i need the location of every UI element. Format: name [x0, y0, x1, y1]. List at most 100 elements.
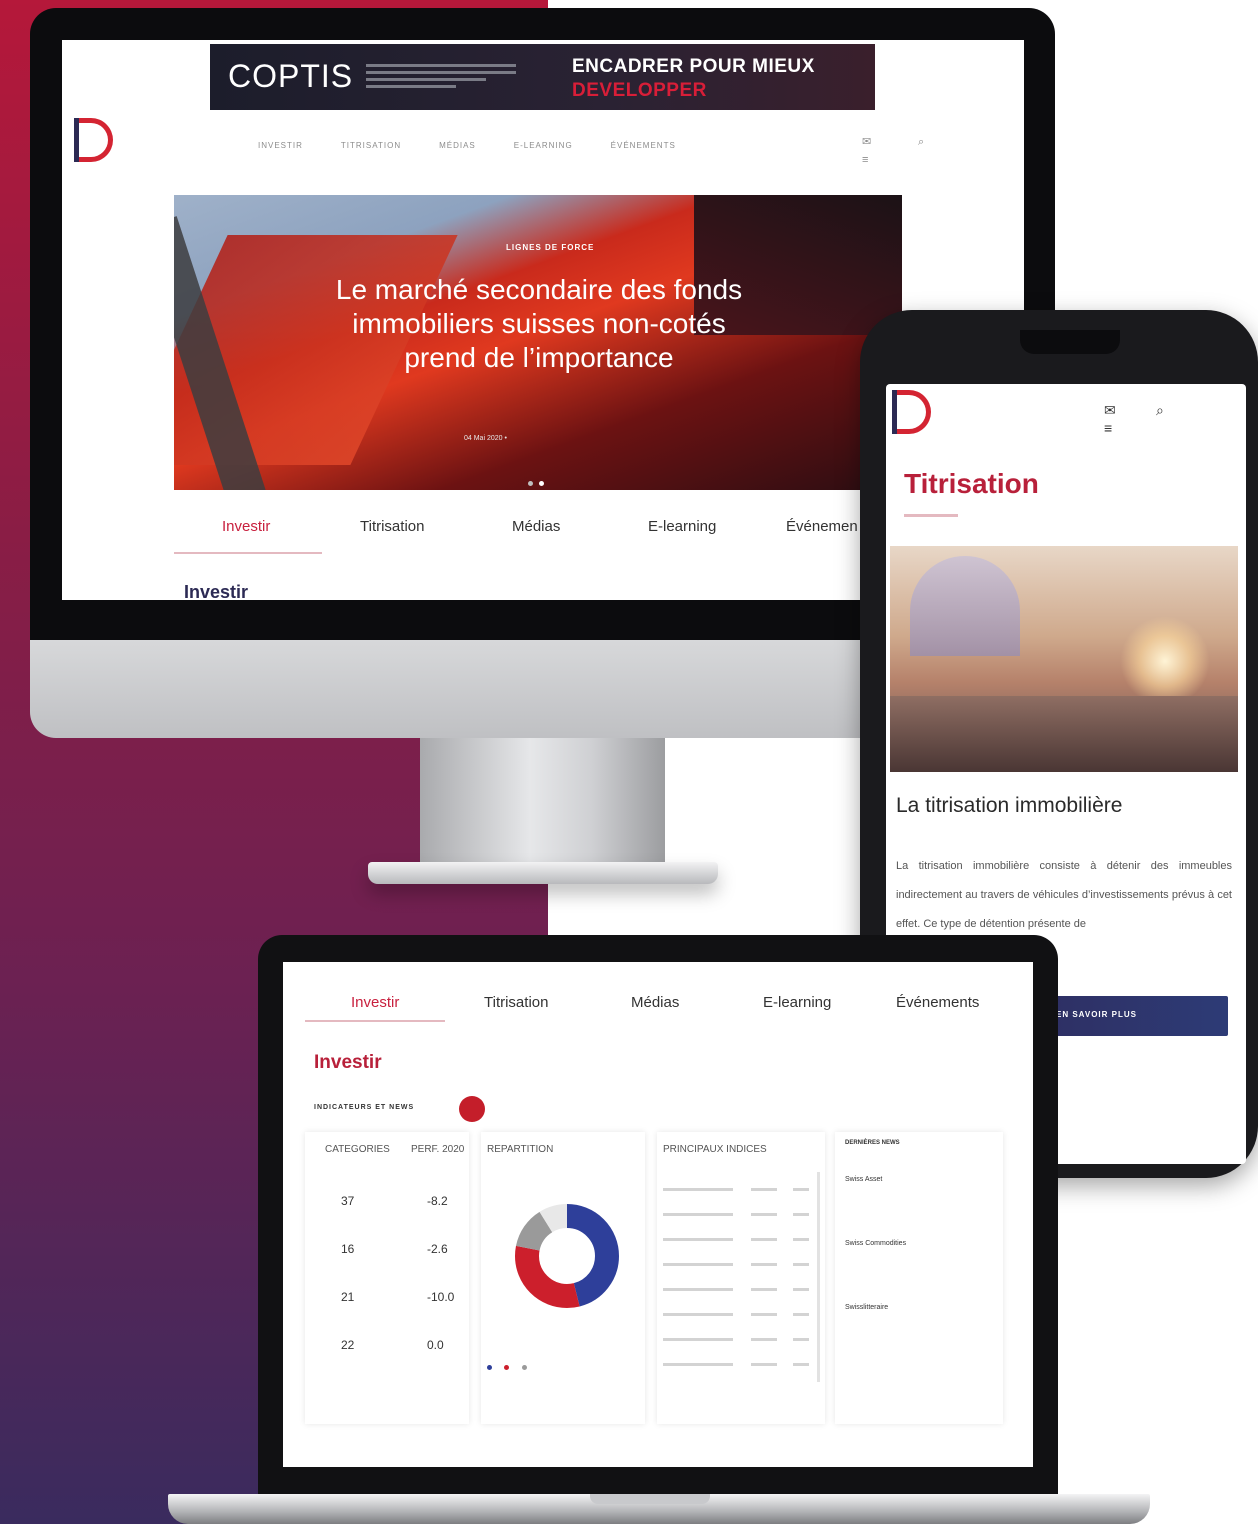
news-item[interactable]: Swiss Commodities	[845, 1240, 995, 1247]
read-more-button[interactable]: EN SAVOIR PLUS	[1036, 996, 1228, 1036]
index-value	[751, 1363, 777, 1366]
index-change	[793, 1338, 809, 1341]
imac-stand	[420, 738, 665, 868]
mail-icon[interactable]: ✉	[862, 135, 874, 148]
nav-item-evenements[interactable]: ÉVÉNEMENTS	[611, 141, 676, 150]
repartition-card: REPARTITION	[481, 1132, 645, 1424]
hero-banner[interactable]: LIGNES DE FORCE Le marché secondaire des…	[174, 195, 902, 490]
laptop-notch	[590, 1494, 710, 1504]
nav-item-medias[interactable]: MÉDIAS	[439, 141, 476, 150]
index-name	[663, 1338, 733, 1341]
tab-medias[interactable]: Médias	[631, 994, 679, 1011]
tab-evenements[interactable]: Événemen	[786, 518, 858, 535]
category-count: 21	[341, 1290, 355, 1304]
hero-title[interactable]: Le marché secondaire des fonds immobilie…	[324, 273, 754, 375]
tab-elearning[interactable]: E-learning	[763, 994, 831, 1011]
mail-icon[interactable]: ✉	[1104, 402, 1122, 419]
nav-item-titrisation[interactable]: TITRISATION	[341, 141, 401, 150]
page-title: Titrisation	[904, 468, 1039, 499]
index-value	[751, 1288, 777, 1291]
performance-header: PERF. 2020	[411, 1144, 465, 1155]
category-perf: -8.2	[427, 1194, 448, 1208]
index-name	[663, 1213, 733, 1216]
site-logo[interactable]	[74, 118, 134, 166]
news-title: Swiss Commodities	[845, 1240, 907, 1247]
nav-item-elearning[interactable]: E-LEARNING	[514, 141, 573, 150]
legend-swatch	[487, 1365, 492, 1371]
article-title[interactable]: La titrisation immobilière	[896, 794, 1122, 818]
tab-titrisation[interactable]: Titrisation	[484, 994, 548, 1011]
legend-item	[521, 1365, 529, 1371]
category-count: 16	[341, 1242, 355, 1256]
tab-titrisation[interactable]: Titrisation	[360, 518, 424, 535]
category-count: 22	[341, 1338, 355, 1352]
index-name	[663, 1263, 733, 1266]
tab-investir[interactable]: Investir	[222, 518, 270, 535]
search-icon[interactable]: ⌕	[1156, 402, 1174, 419]
index-change	[793, 1313, 809, 1316]
ad-headline-accent: DEVELOPPER	[572, 80, 707, 101]
nav-item-investir[interactable]: INVESTIR	[258, 141, 303, 150]
legend-item	[504, 1365, 511, 1371]
categories-card: CATEGORIES PERF. 2020 37 -8.2 16 -2.6 21…	[305, 1132, 469, 1424]
section-title: Investir	[314, 1052, 382, 1073]
news-card: DERNIÈRES NEWS Swiss Asset Swiss Commodi…	[835, 1132, 1003, 1424]
index-change	[793, 1263, 809, 1266]
laptop-screen: Investir Titrisation Médias E-learning É…	[283, 962, 1033, 1467]
index-value	[751, 1213, 777, 1216]
hero-meta: 04 Mai 2020 •	[464, 435, 507, 442]
repartition-header: REPARTITION	[487, 1144, 554, 1155]
tab-medias[interactable]: Médias	[512, 518, 560, 535]
indicator-dot-icon[interactable]	[459, 1096, 485, 1122]
category-perf: 0.0	[427, 1338, 444, 1352]
carousel-dot[interactable]	[528, 481, 533, 486]
index-name	[663, 1288, 733, 1291]
carousel-dot-active[interactable]	[539, 481, 544, 486]
ad-brand: COPTIS	[228, 58, 354, 94]
ad-fine-print	[366, 64, 516, 92]
index-value	[751, 1263, 777, 1266]
header-icons: ✉ ⌕ ≡	[1104, 402, 1246, 438]
category-count: 37	[341, 1194, 355, 1208]
news-item[interactable]: Swiss Asset	[845, 1176, 995, 1183]
index-value	[751, 1238, 777, 1241]
index-change	[793, 1288, 809, 1291]
title-underline	[904, 514, 958, 517]
repartition-donut-chart[interactable]	[515, 1204, 619, 1308]
image-building	[910, 556, 1020, 656]
index-value	[751, 1188, 777, 1191]
legend-swatch	[521, 1365, 527, 1371]
site-logo[interactable]	[892, 390, 936, 438]
category-perf: -10.0	[427, 1290, 455, 1304]
tab-elearning[interactable]: E-learning	[648, 518, 716, 535]
menu-icon[interactable]: ≡	[862, 154, 874, 166]
index-name	[663, 1188, 733, 1191]
article-image[interactable]	[890, 546, 1238, 772]
news-header: DERNIÈRES NEWS	[845, 1140, 900, 1146]
tab-investir[interactable]: Investir	[351, 994, 399, 1011]
menu-icon[interactable]: ≡	[1104, 420, 1122, 436]
read-more-label: EN SAVOIR PLUS	[1056, 1010, 1137, 1019]
indices-scrollbar[interactable]	[817, 1172, 820, 1382]
search-icon[interactable]: ⌕	[918, 136, 930, 148]
active-tab-underline	[305, 1020, 445, 1022]
ad-banner[interactable]: COPTIS ENCADRER POUR MIEUX DEVELOPPER	[210, 44, 875, 110]
news-item[interactable]: Swisslitteraire	[845, 1304, 995, 1311]
legend-swatch	[504, 1365, 510, 1371]
image-sun	[1120, 616, 1210, 706]
index-name	[663, 1238, 733, 1241]
index-change	[793, 1363, 809, 1366]
indices-card: PRINCIPAUX INDICES	[657, 1132, 825, 1424]
legend-item	[487, 1365, 494, 1371]
article-excerpt: La titrisation immobilière consiste à dé…	[896, 860, 1232, 930]
ad-headline: ENCADRER POUR MIEUX	[572, 56, 815, 77]
active-tab-underline	[174, 552, 322, 554]
news-title: Swiss Asset	[845, 1176, 883, 1183]
indicators-label: INDICATEURS ET NEWS	[314, 1104, 415, 1111]
chart-legend	[487, 1356, 535, 1374]
index-value	[751, 1313, 777, 1316]
imac-stand-foot	[368, 862, 718, 884]
index-value	[751, 1338, 777, 1341]
news-title: Swisslitteraire	[845, 1304, 889, 1311]
tab-evenements[interactable]: Événements	[896, 994, 979, 1011]
